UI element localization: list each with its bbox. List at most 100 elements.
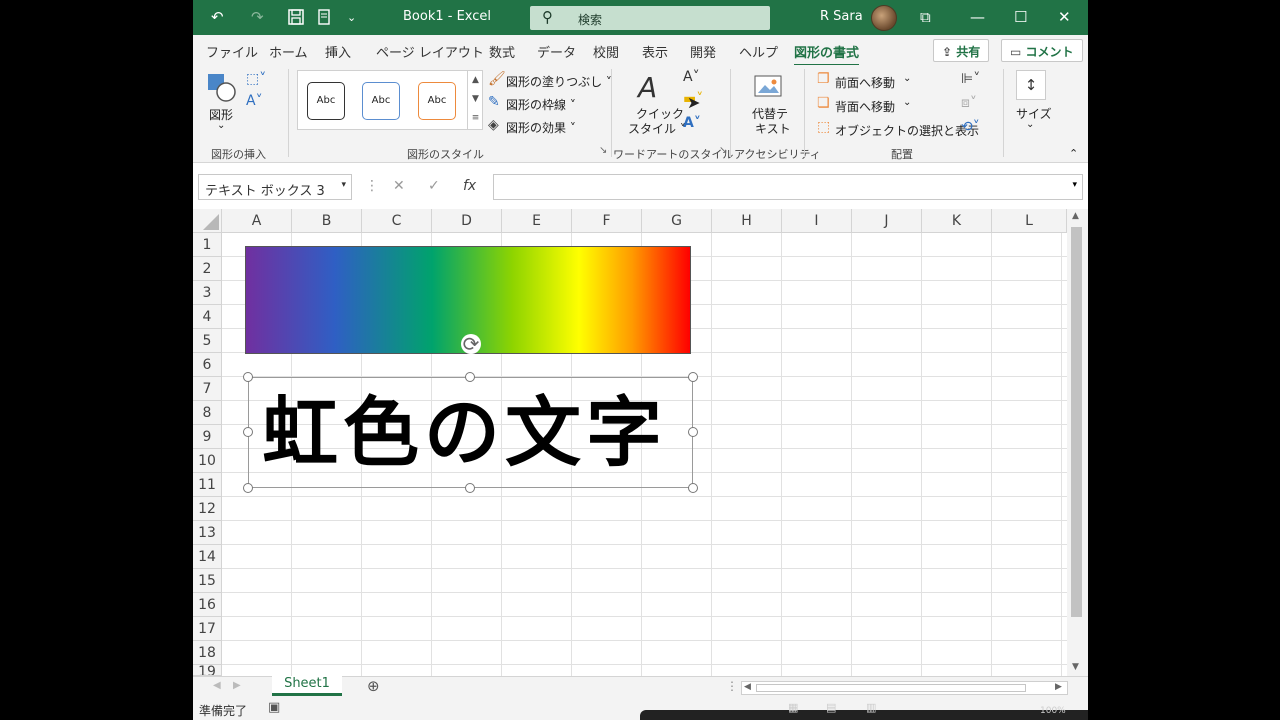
dialog-launcher-icon[interactable]: ↘: [719, 145, 727, 156]
shapes-dropdown-icon[interactable]: ⌄: [217, 120, 225, 131]
ribbon-display-options-icon[interactable]: ⧉: [920, 8, 931, 26]
column-header[interactable]: E: [502, 209, 572, 233]
row-header[interactable]: 8: [193, 401, 222, 425]
redo-icon[interactable]: ↷: [251, 8, 264, 26]
row-header[interactable]: 14: [193, 545, 222, 569]
gallery-scroll[interactable]: ▲ ▼ ≡: [467, 71, 483, 129]
scroll-up-icon[interactable]: ▲: [1072, 211, 1079, 221]
row-header[interactable]: 11: [193, 473, 222, 497]
page-break-view-icon[interactable]: ▥: [866, 701, 876, 714]
resize-handle[interactable]: [688, 372, 698, 382]
resize-handle[interactable]: [243, 427, 253, 437]
alt-text-icon[interactable]: [754, 73, 784, 101]
undo-icon[interactable]: ↶: [211, 8, 224, 26]
accessibility-check-icon[interactable]: ▣: [268, 700, 280, 715]
row-header[interactable]: 9: [193, 425, 222, 449]
text-fill-icon[interactable]: A˅: [683, 69, 700, 85]
horizontal-scroll-thumb[interactable]: [756, 684, 1026, 692]
expand-formula-icon[interactable]: ▾: [1072, 180, 1077, 190]
tab-home[interactable]: ホーム: [269, 42, 308, 61]
page-layout-view-icon[interactable]: ▤: [826, 701, 836, 714]
align-icon[interactable]: ⊫˅: [961, 71, 980, 87]
row-header[interactable]: 19: [193, 665, 222, 676]
shape-fill-button[interactable]: 図形の塗りつぶし ˅: [506, 73, 612, 90]
vertical-scrollbar[interactable]: ▲ ▼: [1067, 209, 1088, 676]
column-header[interactable]: H: [712, 209, 782, 233]
bring-forward-button[interactable]: 前面へ移動: [835, 74, 895, 91]
tab-view[interactable]: 表示: [642, 42, 668, 61]
row-header[interactable]: 15: [193, 569, 222, 593]
text-effects-icon[interactable]: A˅: [683, 115, 701, 131]
column-header[interactable]: D: [432, 209, 502, 233]
column-header[interactable]: G: [642, 209, 712, 233]
name-box[interactable]: テキスト ボックス 3 ▾: [198, 174, 352, 200]
row-header[interactable]: 5: [193, 329, 222, 353]
send-backward-button[interactable]: 背面へ移動: [835, 98, 895, 115]
select-all-corner[interactable]: [193, 209, 222, 233]
resize-handle[interactable]: [688, 483, 698, 493]
rotate-icon[interactable]: ⟲˅: [961, 119, 980, 135]
normal-view-icon[interactable]: ▦: [788, 701, 798, 714]
name-box-dropdown-icon[interactable]: ▾: [341, 180, 346, 190]
close-button[interactable]: ✕: [1058, 8, 1071, 26]
new-sheet-icon[interactable]: ⊕: [367, 677, 380, 695]
previous-sheet-icon[interactable]: ◀: [213, 680, 221, 691]
shape-effects-button[interactable]: 図形の効果 ˅: [506, 119, 576, 136]
resize-handle[interactable]: [243, 372, 253, 382]
shape-style-1[interactable]: Abc: [307, 82, 345, 120]
more-options-icon[interactable]: ⋮: [365, 178, 379, 194]
quick-styles-label-2[interactable]: スタイル ˅: [628, 120, 686, 137]
shape-style-2[interactable]: Abc: [362, 82, 400, 120]
column-header[interactable]: C: [362, 209, 432, 233]
save-icon[interactable]: [288, 9, 304, 29]
column-header[interactable]: B: [292, 209, 362, 233]
tab-data[interactable]: データ: [537, 42, 576, 61]
column-header[interactable]: I: [782, 209, 852, 233]
insert-function-icon[interactable]: fx: [463, 178, 476, 194]
alt-text-label-2[interactable]: キスト: [755, 120, 791, 137]
row-header[interactable]: 13: [193, 521, 222, 545]
resize-handle[interactable]: [688, 427, 698, 437]
rotate-handle-icon[interactable]: ⟳: [461, 334, 481, 354]
print-preview-icon[interactable]: [317, 9, 333, 29]
quick-styles-icon[interactable]: A: [638, 71, 657, 104]
vertical-scroll-thumb[interactable]: [1071, 227, 1082, 617]
row-header[interactable]: 1: [193, 233, 222, 257]
row-header[interactable]: 3: [193, 281, 222, 305]
row-header[interactable]: 4: [193, 305, 222, 329]
row-header[interactable]: 12: [193, 497, 222, 521]
tab-page-layout[interactable]: ページ レイアウト: [376, 42, 484, 61]
column-header[interactable]: A: [222, 209, 292, 233]
row-header[interactable]: 6: [193, 353, 222, 377]
tab-insert[interactable]: 挿入: [325, 42, 351, 61]
cancel-entry-icon[interactable]: ✕: [393, 178, 405, 194]
bring-forward-dropdown-icon[interactable]: ⌄: [903, 73, 911, 84]
resize-handle[interactable]: [243, 483, 253, 493]
edit-shape-icon[interactable]: ⬚˅: [246, 71, 266, 87]
formula-input[interactable]: ▾: [493, 174, 1083, 200]
comments-button[interactable]: ▭ コメント: [1001, 39, 1083, 62]
sheet-tab-sheet1[interactable]: Sheet1: [272, 676, 342, 696]
resize-handle[interactable]: [465, 372, 475, 382]
size-dropdown-icon[interactable]: ⌄: [1026, 119, 1034, 130]
size-icon[interactable]: ↕: [1016, 70, 1046, 100]
scroll-left-icon[interactable]: ◀: [744, 682, 751, 692]
tab-formulas[interactable]: 数式: [489, 42, 515, 61]
customize-quick-access-icon[interactable]: ⌄: [347, 11, 356, 24]
tab-shape-format[interactable]: 図形の書式: [794, 42, 860, 67]
tab-help[interactable]: ヘルプ: [739, 42, 778, 61]
confirm-entry-icon[interactable]: ✓: [428, 178, 440, 194]
resize-handle[interactable]: [465, 483, 475, 493]
search-box[interactable]: ⚲ 検索: [530, 6, 770, 30]
scroll-right-icon[interactable]: ▶: [1055, 682, 1062, 692]
collapse-ribbon-icon[interactable]: ⌃: [1069, 147, 1078, 160]
horizontal-scrollbar[interactable]: ◀ ▶: [741, 681, 1068, 695]
row-header[interactable]: 18: [193, 641, 222, 665]
row-header[interactable]: 10: [193, 449, 222, 473]
tab-developer[interactable]: 開発: [690, 42, 716, 61]
tab-file[interactable]: ファイル: [206, 42, 258, 61]
column-header[interactable]: L: [992, 209, 1067, 233]
tab-splitter-icon[interactable]: ⋮: [726, 679, 738, 693]
row-header[interactable]: 2: [193, 257, 222, 281]
dialog-launcher-icon[interactable]: ↘: [599, 145, 607, 156]
